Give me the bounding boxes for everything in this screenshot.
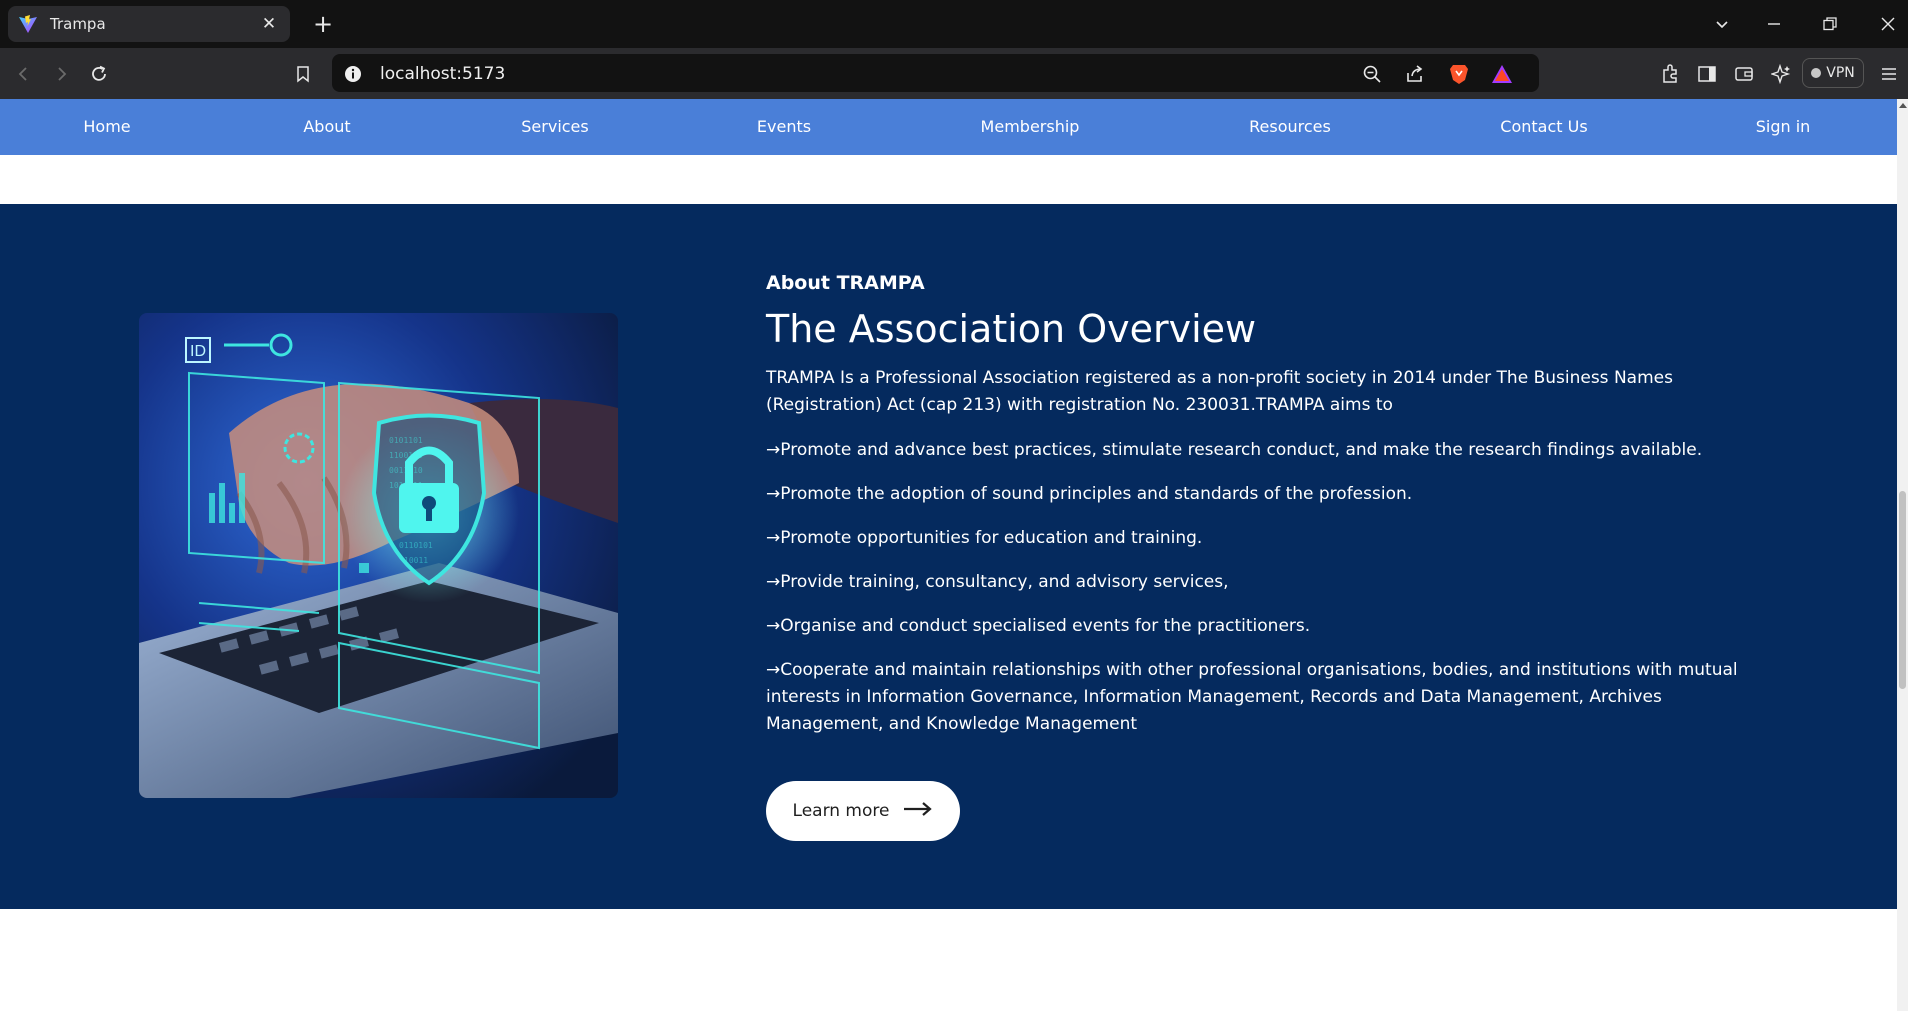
nav-membership[interactable]: Membership	[981, 99, 1080, 155]
site-navbar: Home About Services Events Membership Re…	[0, 99, 1897, 155]
nav-contact-us[interactable]: Contact Us	[1500, 99, 1587, 155]
svg-text:10011: 10011	[404, 556, 428, 565]
tab-close-icon[interactable]: ✕	[258, 14, 280, 34]
browser-toolbar: localhost:5173 VPN	[0, 48, 1908, 99]
site-info-icon[interactable]	[340, 61, 366, 87]
tab-search-icon[interactable]	[1702, 8, 1742, 40]
nav-home[interactable]: Home	[83, 99, 130, 155]
bookmark-icon[interactable]	[287, 58, 319, 90]
about-section: ID 01011011100110 00110101010011 0110101…	[0, 204, 1897, 909]
page-scrollbar[interactable]	[1897, 99, 1908, 1011]
aim-item: →Promote and advance best practices, sti…	[766, 440, 1703, 460]
aim-item: →Cooperate and maintain relationships wi…	[766, 660, 1738, 734]
aim-item: →Promote opportunities for education and…	[766, 528, 1203, 548]
address-bar[interactable]: localhost:5173	[332, 54, 1539, 92]
url-text[interactable]: localhost:5173	[380, 64, 505, 84]
svg-text:0101101: 0101101	[389, 436, 423, 445]
sidebar-icon[interactable]	[1693, 60, 1721, 88]
section-kicker: About TRAMPA	[766, 272, 925, 294]
scroll-up-icon[interactable]	[1899, 103, 1907, 108]
tab-title: Trampa	[50, 15, 106, 33]
nav-services[interactable]: Services	[521, 99, 588, 155]
restore-icon[interactable]	[1810, 8, 1850, 40]
arrow-right-icon	[903, 801, 933, 822]
extensions-icon[interactable]	[1656, 60, 1684, 88]
zoom-out-icon[interactable]	[1359, 61, 1385, 87]
svg-text:0110101: 0110101	[399, 541, 433, 550]
vpn-status-icon	[1811, 68, 1822, 78]
browser-tab[interactable]: Trampa ✕	[8, 6, 290, 42]
brave-rewards-icon[interactable]	[1489, 61, 1515, 87]
nav-resources[interactable]: Resources	[1249, 99, 1331, 155]
forward-icon[interactable]	[45, 58, 77, 90]
aims-list: →Promote and advance best practices, sti…	[766, 437, 1746, 755]
intro-paragraph: TRAMPA Is a Professional Association reg…	[766, 368, 1673, 415]
nav-about[interactable]: About	[303, 99, 350, 155]
minimize-icon[interactable]	[1754, 8, 1794, 40]
svg-text:ID: ID	[190, 343, 206, 360]
browser-tabbar: Trampa ✕ +	[0, 0, 1908, 48]
back-icon[interactable]	[8, 58, 40, 90]
share-icon[interactable]	[1402, 61, 1428, 87]
close-window-icon[interactable]	[1868, 8, 1908, 40]
nav-events[interactable]: Events	[757, 99, 811, 155]
aim-item: →Provide training, consultancy, and advi…	[766, 572, 1229, 592]
menu-icon[interactable]	[1875, 60, 1903, 88]
brave-shields-icon[interactable]	[1446, 61, 1472, 87]
reload-icon[interactable]	[83, 58, 115, 90]
cybersecurity-image: ID 01011011100110 00110101010011 0110101…	[139, 313, 618, 798]
vite-logo-icon	[18, 14, 38, 34]
aim-item: →Organise and conduct specialised events…	[766, 616, 1311, 636]
vpn-button[interactable]: VPN	[1802, 58, 1864, 88]
nav-sign-in[interactable]: Sign in	[1756, 99, 1811, 155]
scrollbar-thumb[interactable]	[1899, 491, 1906, 689]
leo-ai-icon[interactable]	[1767, 60, 1795, 88]
section-heading: The Association Overview	[766, 307, 1257, 351]
page-viewport: Home About Services Events Membership Re…	[0, 99, 1897, 1011]
aim-item: →Promote the adoption of sound principle…	[766, 484, 1413, 504]
new-tab-button[interactable]: +	[308, 9, 338, 39]
learn-more-button[interactable]: Learn more	[766, 781, 960, 841]
vpn-label: VPN	[1826, 65, 1855, 81]
learn-more-label: Learn more	[792, 801, 890, 821]
wallet-icon[interactable]	[1730, 60, 1758, 88]
